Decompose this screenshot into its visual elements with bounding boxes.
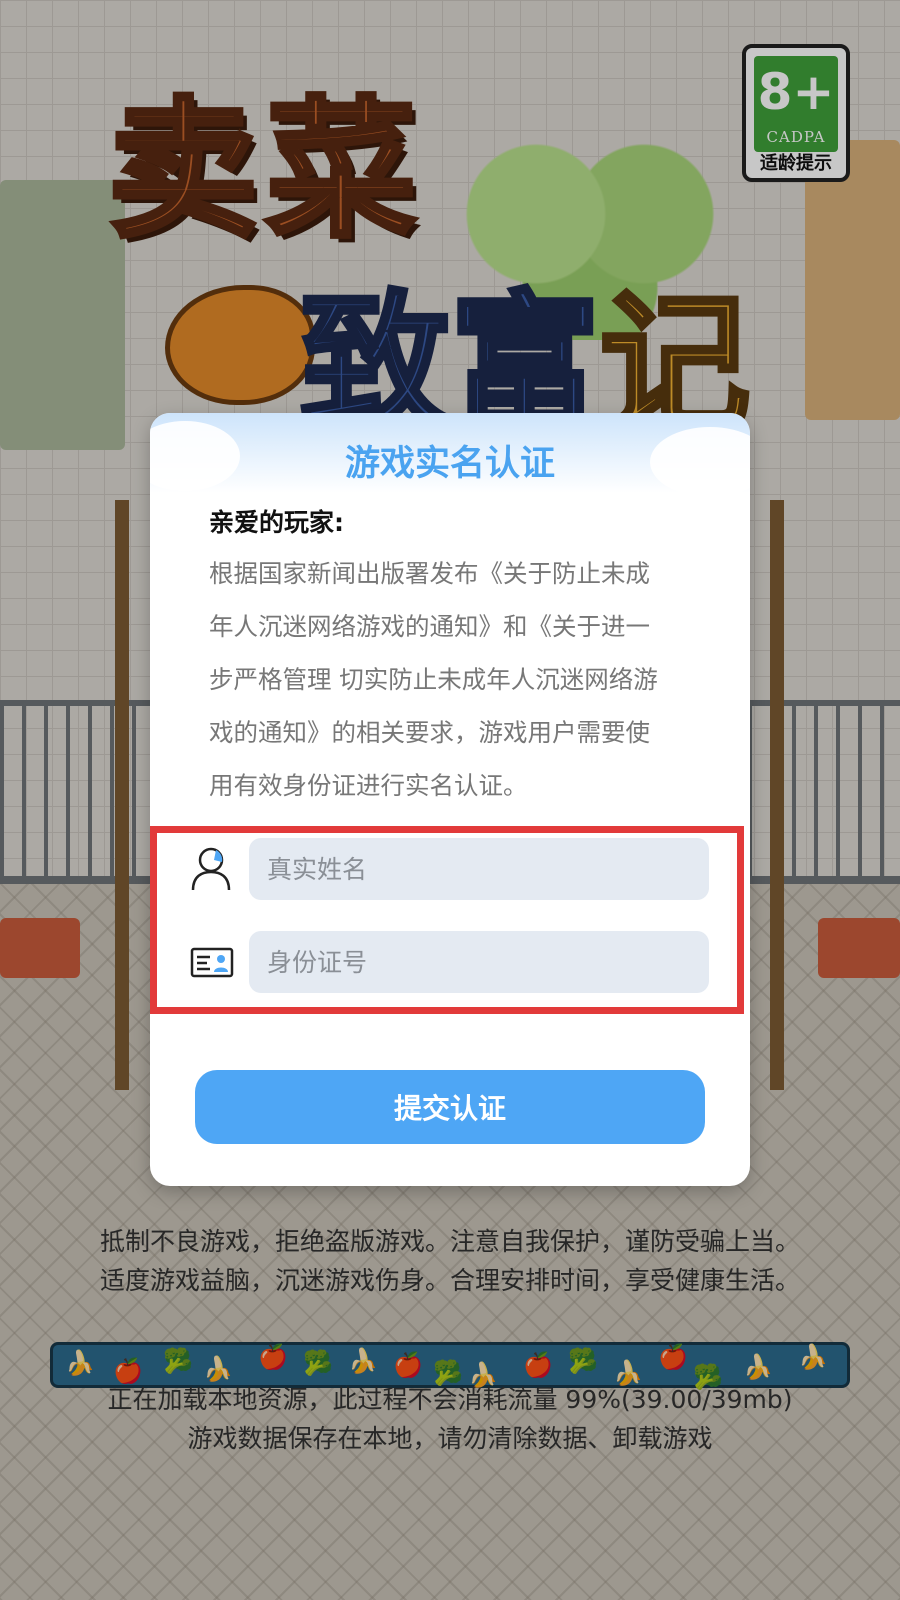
highlight-box — [150, 826, 744, 1014]
dialog-title: 游戏实名认证 — [344, 444, 555, 484]
policy-text: 根据国家新闻出版署发布《关于防止未成 年人沉迷网络游戏的通知》和《关于进一 步严… — [209, 559, 658, 800]
realname-auth-dialog: 游戏实名认证 亲爱的玩家: 根据国家新闻出版署发布《关于防止未成 年人沉迷网络游… — [150, 413, 750, 1186]
greeting-text: 亲爱的玩家: — [209, 508, 344, 537]
submit-auth-button[interactable]: 提交认证 — [195, 1070, 705, 1144]
